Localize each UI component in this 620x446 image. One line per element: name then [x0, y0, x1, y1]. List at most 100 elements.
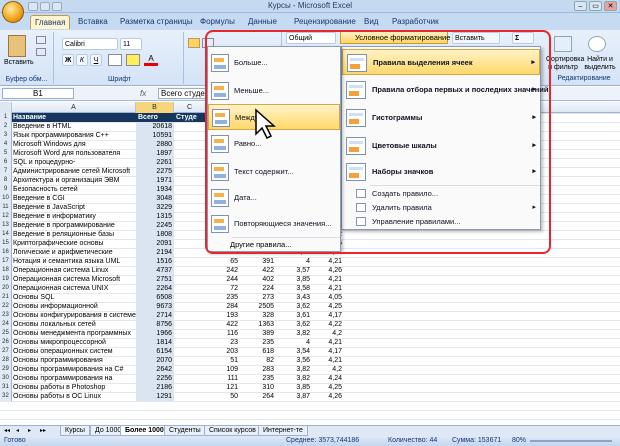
cell-e[interactable]: 3,85	[276, 275, 312, 284]
cell-d[interactable]: 618	[240, 347, 276, 356]
cell-f[interactable]: 4,17	[312, 311, 344, 320]
cell-f[interactable]: 4,26	[312, 392, 344, 401]
menu-item-color-scales[interactable]: Цветовые шкалы ▸	[342, 133, 540, 159]
number-format-select[interactable]: Общий	[286, 32, 336, 44]
row-number[interactable]: 23	[0, 311, 12, 320]
cell-total[interactable]: 1516	[136, 257, 174, 266]
tab-home[interactable]: Главная	[30, 15, 71, 29]
column-header-c[interactable]: C	[174, 102, 206, 113]
tab-review[interactable]: Рецензирование	[290, 15, 360, 29]
cell-c[interactable]: 193	[206, 311, 240, 320]
office-button[interactable]	[2, 1, 24, 23]
tab-developer[interactable]: Разработчик	[388, 15, 443, 29]
cell-course-name[interactable]: Администрирование сетей Microsoft	[12, 167, 136, 176]
name-box[interactable]: B1	[2, 88, 74, 99]
cell-total[interactable]: 2275	[136, 167, 174, 176]
header-cell-title[interactable]: Название	[12, 113, 136, 122]
sheet-tab[interactable]: Более 1000	[120, 426, 169, 436]
italic-button[interactable]: К	[76, 54, 88, 66]
align-top-icon[interactable]	[188, 38, 200, 48]
row-number[interactable]: 5	[0, 149, 12, 158]
cell-course-name[interactable]: Основы SQL	[12, 293, 136, 302]
sort-filter-icon[interactable]	[554, 36, 572, 52]
cell-d[interactable]: 422	[240, 266, 276, 275]
cell-total[interactable]: 1291	[136, 392, 174, 401]
cell-course-name[interactable]: Основы программирования на C#	[12, 365, 136, 374]
row-number[interactable]: 19	[0, 275, 12, 284]
cell-e[interactable]: 3,87	[276, 392, 312, 401]
cell-course-name[interactable]: Операционная система Microsoft	[12, 275, 136, 284]
cell-c[interactable]: 203	[206, 347, 240, 356]
row-number[interactable]: 18	[0, 266, 12, 275]
cell-total[interactable]: 6508	[136, 293, 174, 302]
select-all-corner[interactable]	[0, 102, 12, 113]
menu-item-top-bottom[interactable]: Правила отбора первых и последних значен…	[342, 77, 548, 103]
table-row[interactable]: 26 Основы микропроцессорной 1814 23 235 4 4,21	[0, 338, 620, 347]
cell-e[interactable]: 3,56	[276, 356, 312, 365]
cell-course-name[interactable]: Основы конфигурирования в системе	[12, 311, 136, 320]
menu-item-highlight-rules[interactable]: Правила выделения ячеек ▸	[342, 49, 540, 75]
cell-total[interactable]: 8756	[136, 320, 174, 329]
sheet-nav-icon[interactable]: ◂◂	[4, 427, 10, 434]
cell-f[interactable]: 4,21	[312, 275, 344, 284]
cell-course-name[interactable]: Основы микропроцессорной	[12, 338, 136, 347]
row-number[interactable]: 15	[0, 239, 12, 248]
menu-item-less[interactable]: Меньше...	[208, 78, 340, 104]
cell-course-name[interactable]: Язык программирования C++	[12, 131, 136, 140]
cell-f[interactable]: 4,26	[312, 266, 344, 275]
cell-f[interactable]: 4,21	[312, 338, 344, 347]
cell-total[interactable]: 3229	[136, 203, 174, 212]
cell-total[interactable]: 2245	[136, 221, 174, 230]
row-number[interactable]: 32	[0, 392, 12, 401]
cell-c[interactable]: 65	[206, 257, 240, 266]
cell-course-name[interactable]: Криптографические основы	[12, 239, 136, 248]
menu-item-greater[interactable]: Больше...	[208, 50, 340, 76]
cell-course-name[interactable]: Введение в программирование	[12, 221, 136, 230]
borders-icon[interactable]	[108, 54, 122, 66]
table-row[interactable]: 22 Основы информационной 9673 284 2505 3,62 4,…	[0, 302, 620, 311]
cell-course-name[interactable]: Основы операционных систем	[12, 347, 136, 356]
cell-d[interactable]: 235	[240, 374, 276, 383]
cell-c[interactable]: 422	[206, 320, 240, 329]
menu-item-manage-rules[interactable]: Управление правилами...	[342, 215, 540, 228]
row-number[interactable]: 9	[0, 185, 12, 194]
font-size-select[interactable]: 11	[120, 38, 142, 50]
bold-button[interactable]: Ж	[62, 54, 74, 66]
paste-label[interactable]: Вставить	[4, 59, 34, 66]
menu-item-more-rules[interactable]: Другие правила...	[230, 239, 291, 251]
fill-color-icon[interactable]	[126, 54, 140, 66]
cell-course-name[interactable]: Основы работы в Photoshop	[12, 383, 136, 392]
column-header-a[interactable]: A	[12, 102, 136, 113]
cell-c[interactable]: 51	[206, 356, 240, 365]
sort-filter-label[interactable]: Сортировка и фильтр	[546, 56, 584, 72]
cell-d[interactable]: 1363	[240, 320, 276, 329]
conditional-formatting-button[interactable]: Условное форматирование	[340, 30, 450, 44]
row-number[interactable]: 16	[0, 248, 12, 257]
close-button[interactable]: ✕	[604, 1, 617, 11]
redo-icon[interactable]	[52, 2, 62, 11]
cell-f[interactable]: 4,22	[312, 320, 344, 329]
cell-total[interactable]: 10591	[136, 131, 174, 140]
cell-c[interactable]: 111	[206, 374, 240, 383]
save-icon[interactable]	[28, 2, 38, 11]
row-number[interactable]: 1	[0, 113, 12, 122]
cell-e[interactable]: 3,58	[276, 284, 312, 293]
cell-f[interactable]: 4,25	[312, 302, 344, 311]
cell-f[interactable]: 4,2	[312, 365, 344, 374]
cell-total[interactable]: 2264	[136, 284, 174, 293]
cell-total[interactable]: 2186	[136, 383, 174, 392]
tab-insert[interactable]: Вставка	[74, 15, 112, 29]
cell-c[interactable]: 242	[206, 266, 240, 275]
row-number[interactable]: 28	[0, 356, 12, 365]
cell-d[interactable]: 235	[240, 338, 276, 347]
row-number[interactable]: 7	[0, 167, 12, 176]
cell-total[interactable]: 2714	[136, 311, 174, 320]
sheet-nav-icon[interactable]: ▸▸	[40, 427, 46, 434]
cell-e[interactable]: 4	[276, 338, 312, 347]
cell-total[interactable]: 2751	[136, 275, 174, 284]
cell-d[interactable]: 328	[240, 311, 276, 320]
cell-total[interactable]: 2194	[136, 248, 174, 257]
copy-icon[interactable]	[36, 48, 46, 56]
cell-c[interactable]: 244	[206, 275, 240, 284]
cell-course-name[interactable]: Microsoft Windows для	[12, 140, 136, 149]
